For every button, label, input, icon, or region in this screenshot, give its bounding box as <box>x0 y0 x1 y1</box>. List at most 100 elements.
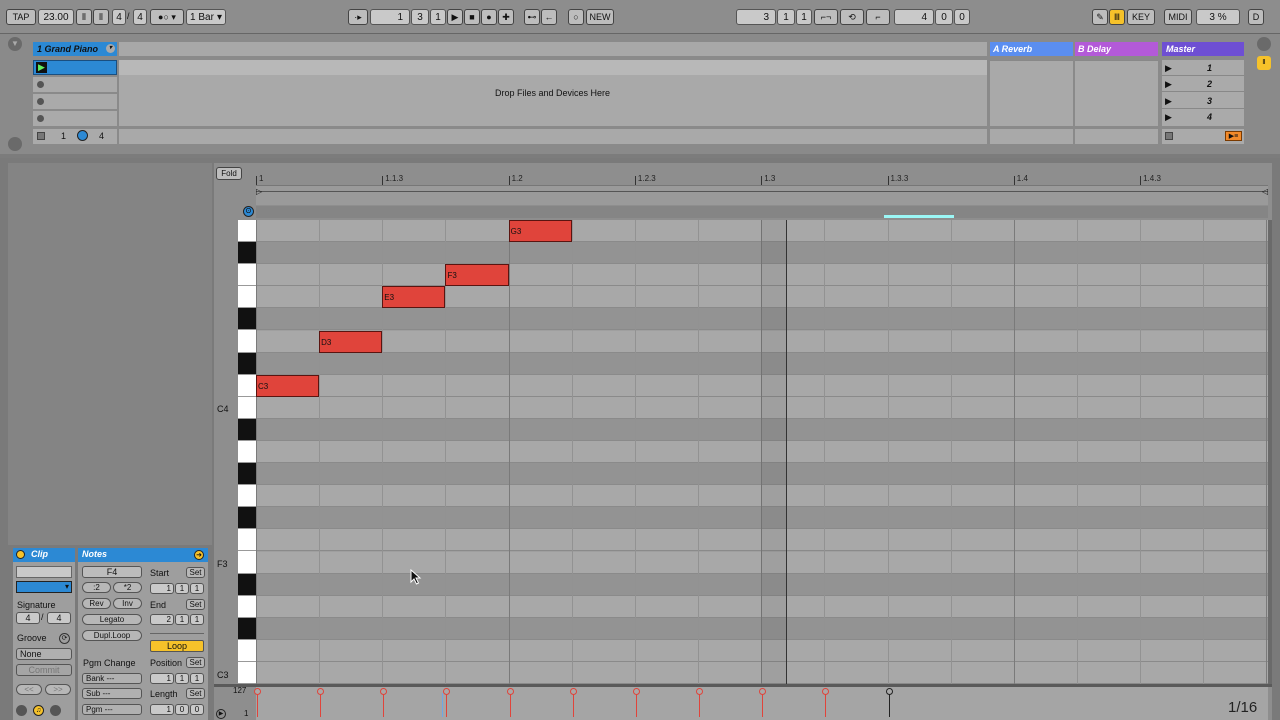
scrub-area[interactable] <box>256 206 1268 218</box>
browser-toggle-icon[interactable]: ▼ <box>8 37 22 51</box>
computer-midi-keyboard-button[interactable]: Ⅲ <box>1109 9 1125 25</box>
velocity-stem[interactable] <box>254 688 261 717</box>
stop-all-icon[interactable] <box>37 132 45 140</box>
launch-tab-icon[interactable] <box>16 705 27 716</box>
master-header[interactable]: Master <box>1162 42 1244 56</box>
commit-button[interactable]: Commit <box>16 664 72 676</box>
black-key[interactable] <box>238 507 256 530</box>
draw-mode-button[interactable]: ✎ <box>1092 9 1108 25</box>
envelopes-tab-icon[interactable] <box>50 705 61 716</box>
key-map-button[interactable]: KEY <box>1127 9 1155 25</box>
stop-all-clips-icon[interactable] <box>1165 132 1173 140</box>
editor-scrollbar[interactable] <box>1268 220 1272 684</box>
clip-slot[interactable] <box>33 111 117 126</box>
midi-note[interactable]: D3 <box>319 330 383 353</box>
arrangement-position-bar[interactable]: 1 <box>370 9 410 25</box>
loop-brace-bar[interactable] <box>256 191 1268 192</box>
groove-hot-swap-icon[interactable]: ⟳ <box>59 633 70 644</box>
black-key[interactable] <box>238 352 256 375</box>
loop-start-marker-icon[interactable]: ▷ <box>256 187 262 196</box>
loop-switch-button[interactable]: ⟲ <box>840 9 864 25</box>
velocity-stem[interactable] <box>317 688 325 717</box>
tap-button[interactable]: TAP <box>6 9 36 25</box>
invert-button[interactable]: Inv <box>113 598 142 609</box>
position-bar-field[interactable]: 1 <box>150 673 174 684</box>
program-field[interactable]: Pgm --- <box>82 704 142 715</box>
position-set-button[interactable]: Set <box>186 657 205 668</box>
automation-arm-button[interactable]: ⊷ <box>524 9 540 25</box>
black-key[interactable] <box>238 418 256 441</box>
preview-headphone-icon[interactable]: ʘ <box>243 206 254 217</box>
grid-resolution-label[interactable]: 1/16 <box>1228 699 1257 716</box>
reverse-button[interactable]: Rev <box>82 598 111 609</box>
clip-sig-num-field[interactable]: 4 <box>16 612 40 624</box>
drop-files-area[interactable]: Drop Files and Devices Here <box>119 60 987 126</box>
scene-launch-3[interactable]: ▶ 3 <box>1162 94 1244 109</box>
clip-slot[interactable] <box>33 77 117 92</box>
clip-name-field[interactable] <box>16 566 72 578</box>
start-bar-field[interactable]: 1 <box>150 583 174 594</box>
length-beat-field[interactable]: 0 <box>175 704 189 715</box>
start-set-button[interactable]: Set <box>186 567 205 578</box>
velocity-stem[interactable] <box>380 688 388 717</box>
end-set-button[interactable]: Set <box>186 599 205 610</box>
black-key[interactable] <box>238 308 256 331</box>
black-key[interactable] <box>238 242 256 265</box>
start-beat-field[interactable]: 1 <box>175 583 189 594</box>
clip-sig-den-field[interactable]: 4 <box>47 612 71 624</box>
return-a-header[interactable]: A Reverb <box>990 42 1073 56</box>
velocity-lane[interactable] <box>254 687 1268 720</box>
back-to-arrangement-button[interactable]: ← <box>541 9 557 25</box>
midi-note[interactable]: C3 <box>256 374 320 397</box>
arrangement-position-sixteenth[interactable]: 1 <box>430 9 446 25</box>
note-grid[interactable]: C3D3E3F3G3A3B3C4D4E4F4 <box>256 220 1268 684</box>
time-sig-num-field[interactable]: 4 <box>112 9 126 25</box>
black-key[interactable] <box>238 573 256 596</box>
length-set-button[interactable]: Set <box>186 688 205 699</box>
loop-start-beat[interactable]: 1 <box>777 9 795 25</box>
loop-brace-area[interactable]: ▷ ◁ <box>256 185 1268 205</box>
sub-bank-field[interactable]: Sub --- <box>82 688 142 699</box>
beat-ruler[interactable]: 1 1.1.3 1.2 1.2.3 1.3 1.3.3 1.4 1.4.3 <box>256 172 1268 186</box>
white-key[interactable] <box>238 551 256 574</box>
expand-arrow-icon[interactable]: ➜ <box>194 550 204 560</box>
track-title-bar[interactable]: 1 Grand Piano ▾ <box>33 42 117 56</box>
help-toggle-icon[interactable] <box>8 137 22 151</box>
velocity-stem[interactable] <box>569 688 577 717</box>
position-sixteenth-field[interactable]: 1 <box>190 673 204 684</box>
clip-color-select[interactable]: ▾ <box>16 581 72 593</box>
notes-tab-icon[interactable]: ♫ <box>33 705 44 716</box>
double-length-button[interactable]: *2 <box>113 582 142 593</box>
piano-keyboard[interactable] <box>238 220 256 685</box>
white-key[interactable] <box>238 639 256 662</box>
velocity-stem[interactable] <box>506 688 514 717</box>
loop-button[interactable]: Loop <box>150 640 204 652</box>
nudge-down-button[interactable]: ⦀ <box>76 9 92 25</box>
white-key[interactable] <box>238 441 256 464</box>
session-record-icon[interactable]: ▶≡ <box>1225 131 1242 141</box>
punch-in-button[interactable]: ⌐¬ <box>814 9 838 25</box>
black-key[interactable] <box>238 463 256 486</box>
half-length-button[interactable]: :2 <box>82 582 111 593</box>
mixer-toggle-icon[interactable]: Ⅱ <box>1257 56 1271 70</box>
length-bar-field[interactable]: 1 <box>150 704 174 715</box>
white-key[interactable] <box>238 220 256 243</box>
quantize-select[interactable]: 1 Bar ▾ <box>186 9 226 25</box>
white-key[interactable] <box>238 485 256 508</box>
track-fold-icon[interactable]: ▾ <box>106 44 115 53</box>
end-sixteenth-field[interactable]: 1 <box>190 614 204 625</box>
velocity-stem[interactable] <box>822 688 830 717</box>
position-beat-field[interactable]: 1 <box>175 673 189 684</box>
black-key[interactable] <box>238 617 256 640</box>
fold-button[interactable]: Fold <box>216 167 242 180</box>
nudge-up-button[interactable]: ⦀ <box>93 9 109 25</box>
white-key[interactable] <box>238 595 256 618</box>
end-beat-field[interactable]: 1 <box>175 614 189 625</box>
clip-slot[interactable] <box>33 94 117 109</box>
midi-note[interactable]: G3 <box>508 220 572 243</box>
white-key[interactable] <box>238 529 256 552</box>
nudge-forward-button[interactable]: >> <box>45 684 71 695</box>
pitch-field[interactable]: F4 <box>82 566 142 578</box>
white-key[interactable] <box>238 330 256 353</box>
duplicate-loop-button[interactable]: Dupl.Loop <box>82 630 142 641</box>
